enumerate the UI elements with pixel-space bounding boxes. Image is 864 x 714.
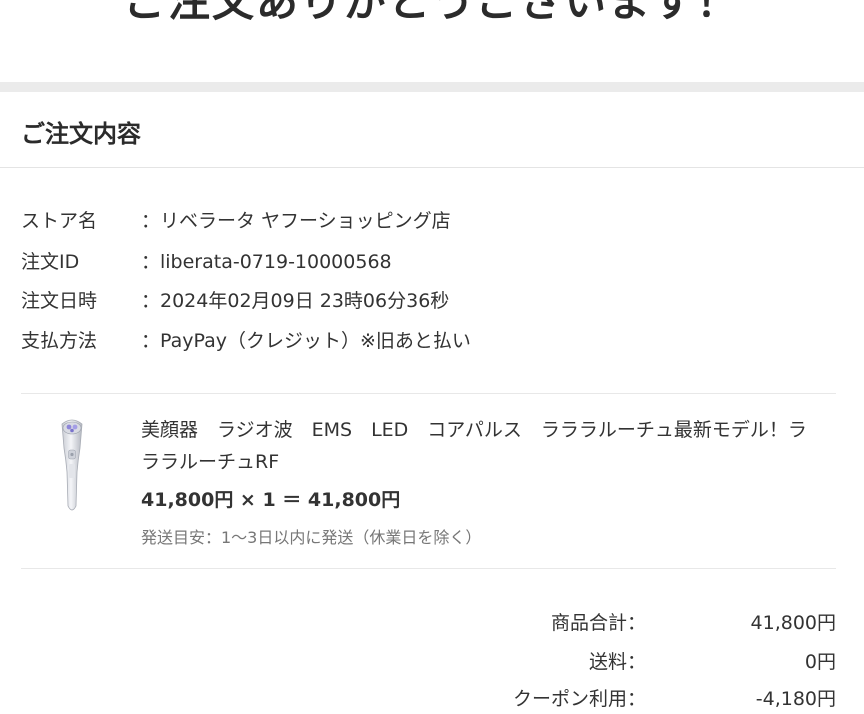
item-top-divider <box>21 393 836 394</box>
payment-method-value: ：PayPay（クレジット）※旧あと払い <box>141 330 471 352</box>
order-section-title: ご注文内容 <box>21 120 141 148</box>
store-name-value: ：リベラータ ヤフーショッピング店 <box>141 210 451 232</box>
subtotal-value: 41,800円 <box>750 612 836 634</box>
product-name-link[interactable]: 美顔器 ラジオ波 EMS LED コアパルス ラララルーチュ最新モデル！ラララル… <box>141 414 821 478</box>
coupon-label: クーポン利用： <box>512 688 646 710</box>
order-id-value: ：liberata-0719-10000568 <box>141 251 392 273</box>
coupon-value: -4,180円 <box>755 688 836 710</box>
order-id-label: 注文ID <box>21 251 80 273</box>
payment-method-label: 支払方法 <box>21 330 98 352</box>
item-bottom-divider <box>21 568 836 569</box>
page-title: ご注文ありがとうございます！ <box>123 0 740 26</box>
summary-row-shipping: 送料： 0円 <box>0 647 864 677</box>
order-date-value: ：2024年02月09日 23時06分36秒 <box>141 290 450 312</box>
shipping-estimate: 発送目安：1〜3日以内に発送（休業日を除く） <box>141 528 482 547</box>
summary-row-subtotal: 商品合計： 41,800円 <box>0 608 864 638</box>
product-image[interactable] <box>50 414 94 514</box>
subtotal-label: 商品合計： <box>550 612 646 634</box>
section-title-divider <box>0 167 864 168</box>
section-separator <box>0 82 864 92</box>
product-price-line: 41,800円 × 1 ＝ 41,800円 <box>141 489 401 511</box>
order-date-label: 注文日時 <box>21 290 98 312</box>
store-name-label: ストア名 <box>21 210 98 232</box>
summary-row-coupon: クーポン利用： -4,180円 <box>0 684 864 714</box>
shipping-fee-value: 0円 <box>804 651 836 673</box>
shipping-fee-label: 送料： <box>588 651 646 673</box>
